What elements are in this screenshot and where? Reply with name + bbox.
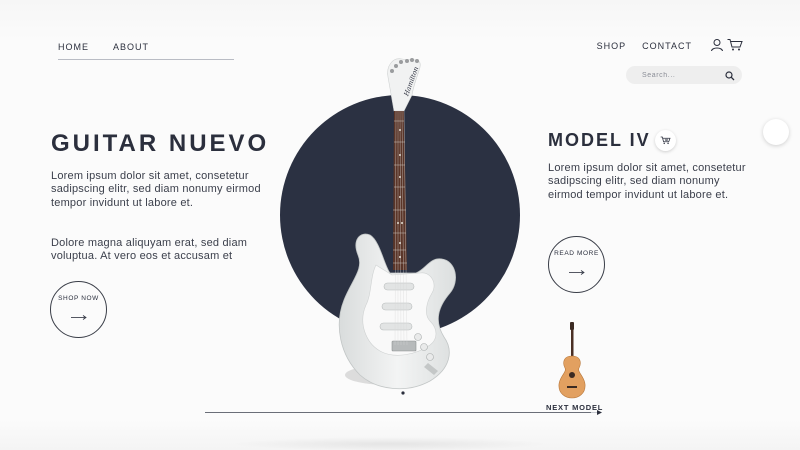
arrow-right-icon [568,262,585,280]
electric-guitar-image: Hamilton [330,55,470,400]
user-icon[interactable] [710,38,726,52]
search-bar [626,66,742,84]
cart-icon[interactable] [727,38,743,52]
search-input[interactable] [642,68,722,82]
nav-about-link[interactable]: ABOUT [113,42,149,52]
read-more-button[interactable]: READ MORE [548,236,605,293]
next-model-thumbnail[interactable] [552,320,592,400]
product-description: Lorem ipsum dolor sit amet, consetetur s… [548,162,746,201]
progress-end-arrow-icon [597,410,602,415]
add-to-cart-button[interactable] [655,130,676,151]
nav-left: HOME ABOUT [58,42,149,52]
slide-progress-fill [205,412,592,413]
cart-icon [660,132,671,150]
arrow-right-icon [70,307,87,325]
slide-progress-track [205,412,599,413]
nav-right: SHOP CONTACT [597,41,692,51]
search-icon[interactable] [724,69,736,81]
hero-title: GUITAR NUEVO [51,130,270,157]
nav-divider [58,59,234,60]
shop-now-label: SHOP NOW [58,294,99,302]
nav-home-link[interactable]: HOME [58,42,89,52]
bottom-shadow [230,437,550,450]
nav-shop-link[interactable]: SHOP [597,41,627,51]
nav-contact-link[interactable]: CONTACT [642,41,692,51]
read-more-label: READ MORE [554,249,599,257]
side-toggle-button[interactable] [763,119,789,145]
page: HOME ABOUT SHOP CONTACT GUITAR NUEVO [0,0,800,450]
hero-paragraph-2: Dolore magna aliquyam erat, sed diam vol… [51,237,248,263]
product-title: MODEL IV [548,130,651,150]
next-model-link[interactable]: NEXT MODEL [546,403,603,412]
shop-now-button[interactable]: SHOP NOW [50,281,107,338]
hero-paragraph-1: Lorem ipsum dolor sit amet, consetetur s… [51,170,261,209]
